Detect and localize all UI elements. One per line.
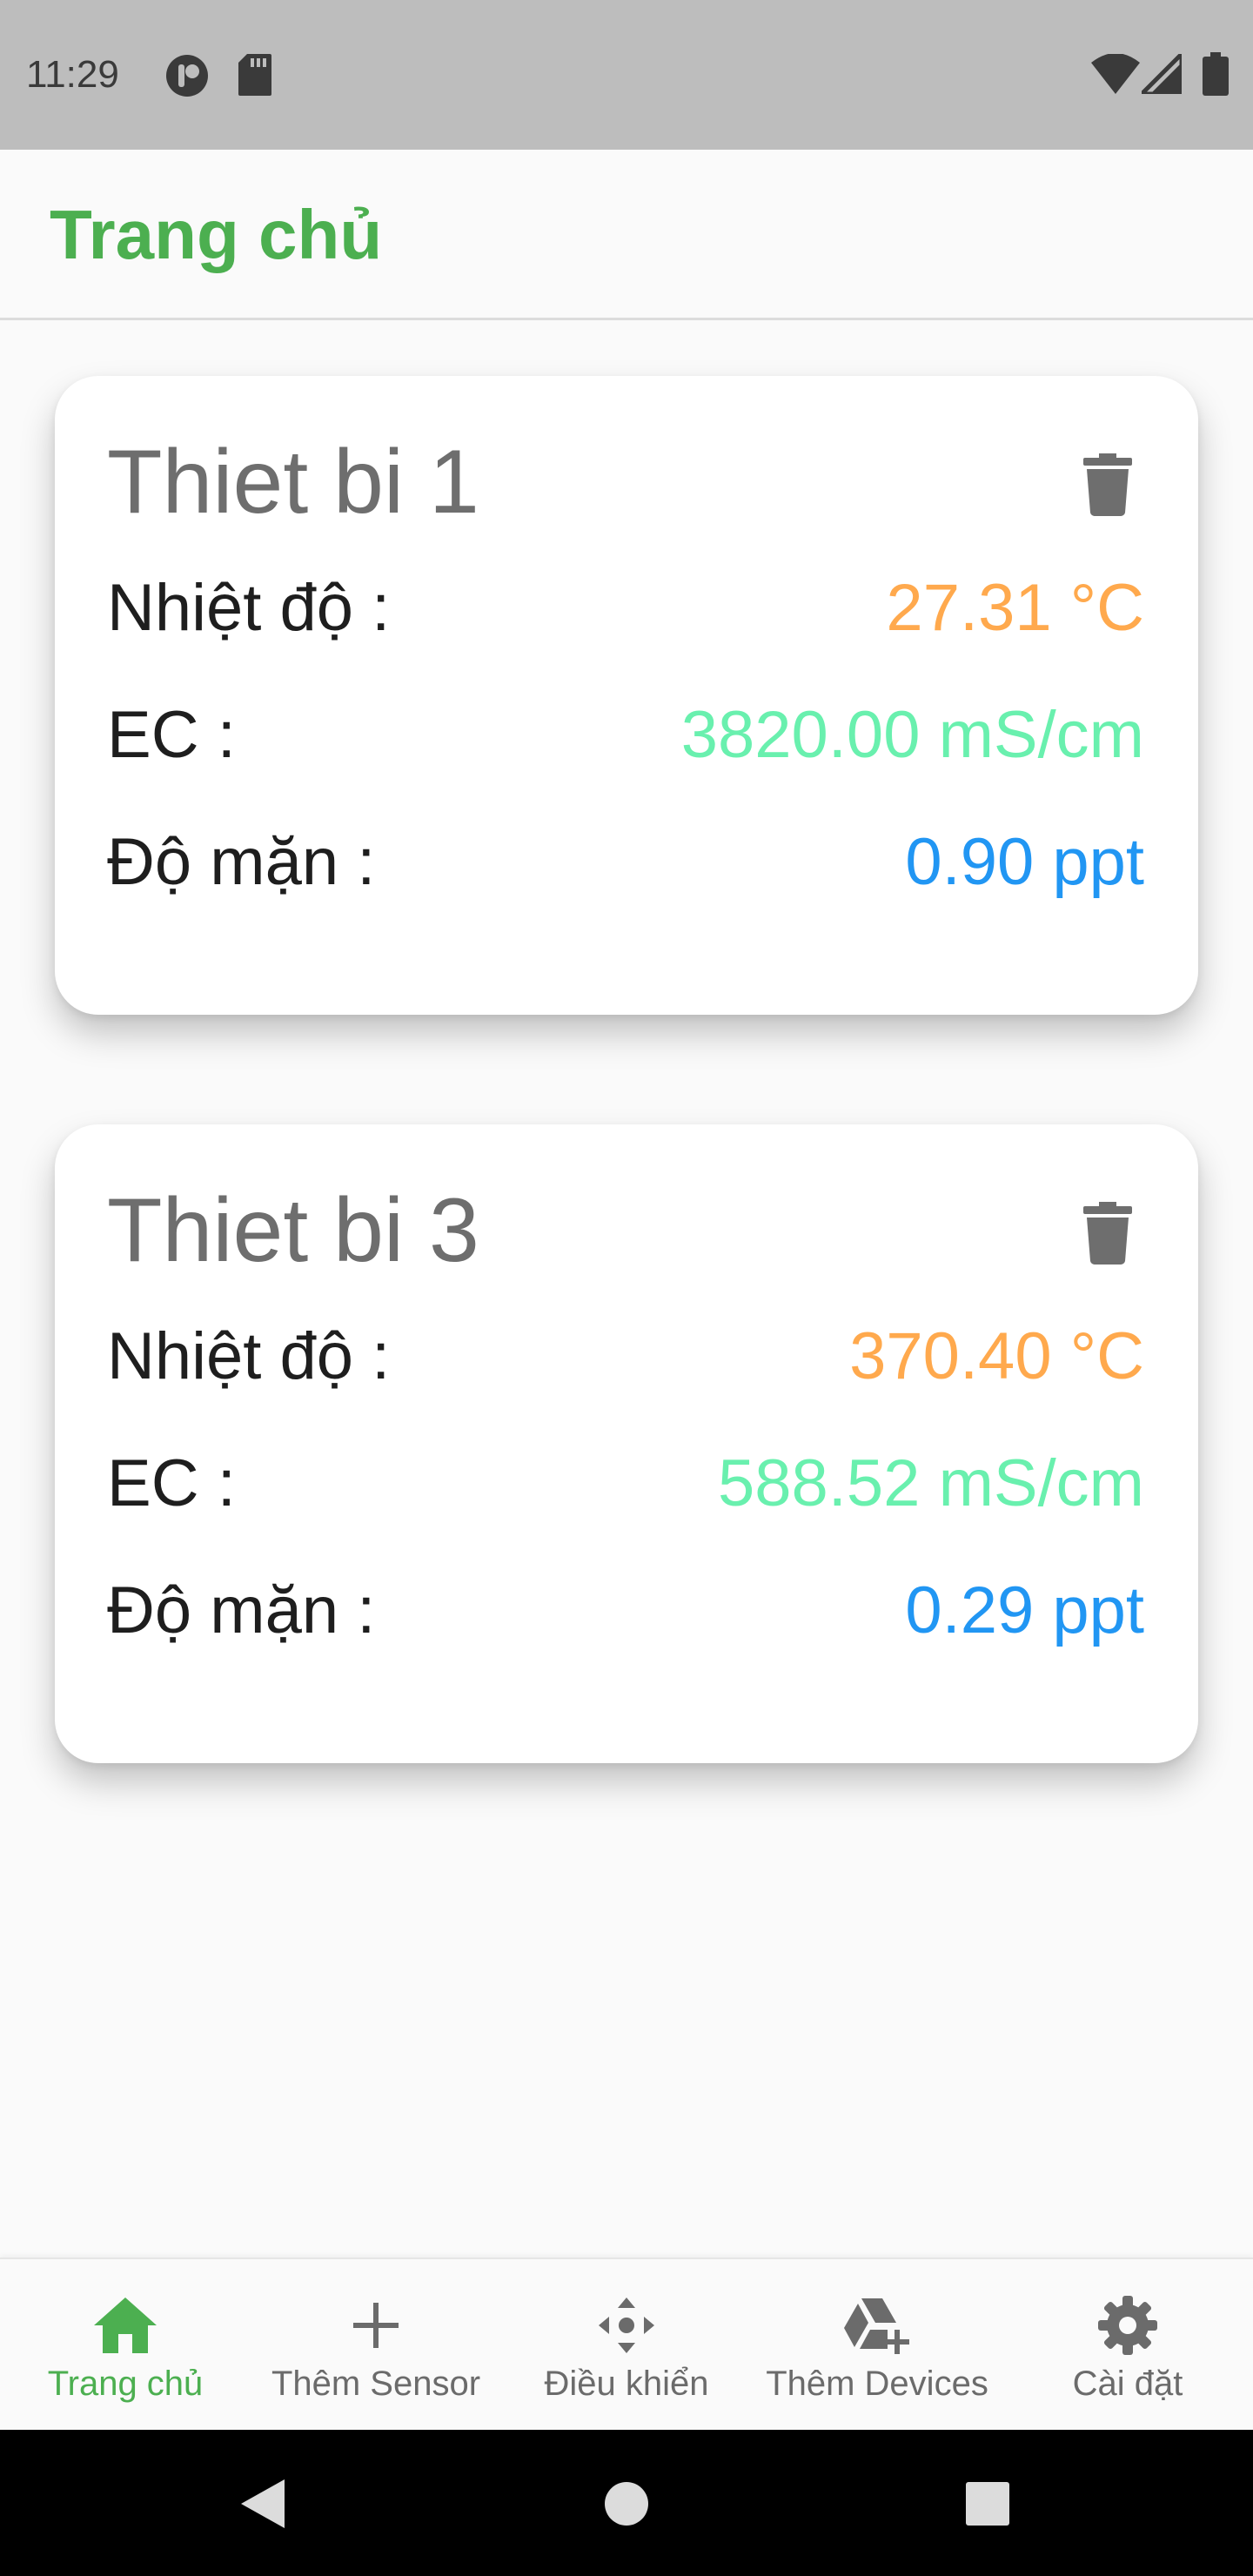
nav-item-add-sensor[interactable]: Thêm Sensor: [251, 2259, 501, 2432]
page-title: Trang chủ: [50, 196, 383, 273]
nav-label: Thêm Sensor: [271, 2365, 481, 2403]
sd-card-icon: [238, 54, 271, 96]
temperature-label: Nhiệt độ :: [107, 571, 391, 645]
nav-item-control[interactable]: Điều khiển: [501, 2259, 752, 2432]
ec-value: 588.52 mS/cm: [718, 1446, 1144, 1520]
temperature-label: Nhiệt độ :: [107, 1319, 391, 1393]
salinity-label: Độ mặn :: [107, 825, 376, 899]
status-time: 11:29: [26, 53, 119, 96]
add-device-icon: [844, 2298, 909, 2354]
nav-label: Thêm Devices: [766, 2365, 988, 2403]
salinity-value: 0.90 ppt: [905, 825, 1144, 899]
nav-item-settings[interactable]: Cài đặt: [1002, 2259, 1253, 2432]
temperature-value: 27.31 °C: [886, 571, 1144, 645]
gear-icon: [1098, 2296, 1157, 2355]
nav-label: Cài đặt: [1072, 2365, 1183, 2403]
device-name: Thiet bi 3: [107, 1180, 479, 1281]
system-recents-button[interactable]: [948, 2465, 1027, 2543]
ec-value: 3820.00 mS/cm: [680, 698, 1144, 772]
ec-label: EC :: [107, 1446, 236, 1520]
salinity-label: Độ mặn :: [107, 1573, 376, 1647]
notification-app-icon: [166, 55, 208, 97]
back-icon: [241, 2479, 285, 2528]
nav-item-add-devices[interactable]: Thêm Devices: [752, 2259, 1002, 2432]
app-bar: Trang chủ: [0, 150, 1253, 320]
nav-label: Trang chủ: [47, 2365, 204, 2403]
ec-label: EC :: [107, 698, 236, 772]
system-navigation-bar: [0, 2430, 1253, 2576]
system-back-button[interactable]: [223, 2465, 301, 2543]
wifi-icon: [1091, 54, 1140, 94]
delete-device-button[interactable]: [1073, 1194, 1142, 1272]
nav-label: Điều khiển: [544, 2365, 709, 2403]
device-name: Thiet bi 1: [107, 432, 479, 533]
trash-icon: [1083, 453, 1132, 516]
control-icon: [599, 2298, 654, 2353]
device-card[interactable]: Thiet bi 3 Nhiệt độ : 370.40 °C EC : 588…: [55, 1124, 1198, 1763]
salinity-value: 0.29 ppt: [905, 1573, 1144, 1647]
trash-icon: [1083, 1202, 1132, 1265]
cell-signal-icon: [1142, 54, 1182, 94]
home-circle-icon: [605, 2482, 648, 2526]
home-icon: [94, 2298, 157, 2353]
delete-device-button[interactable]: [1073, 446, 1142, 524]
system-home-button[interactable]: [587, 2465, 666, 2543]
status-bar: 11:29: [0, 0, 1253, 150]
recents-icon: [966, 2482, 1009, 2526]
battery-icon: [1203, 52, 1229, 96]
bottom-navigation: Trang chủ Thêm Sensor Điều khiển Thêm De…: [0, 2257, 1253, 2430]
temperature-value: 370.40 °C: [849, 1319, 1144, 1393]
plus-icon: [353, 2303, 399, 2348]
nav-item-home[interactable]: Trang chủ: [0, 2259, 251, 2432]
device-card[interactable]: Thiet bi 1 Nhiệt độ : 27.31 °C EC : 3820…: [55, 376, 1198, 1015]
